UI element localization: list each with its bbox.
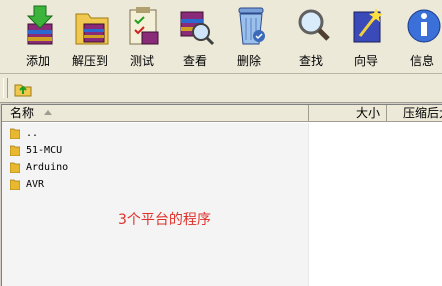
- file-name: AVR: [26, 179, 45, 190]
- list-item[interactable]: AVR: [10, 176, 300, 193]
- delete-label: 删除: [236, 54, 261, 68]
- delete-icon: [238, 7, 265, 45]
- folder-icon: [10, 145, 20, 156]
- add-label: 添加: [25, 54, 50, 68]
- file-name: ..: [26, 128, 39, 139]
- column-size-label: 大小: [355, 106, 380, 120]
- list-header: 名称 大小 压缩后大: [2, 105, 442, 122]
- extract-to-label: 解压到: [71, 54, 108, 68]
- column-packed-label: 压缩后大: [403, 106, 442, 120]
- file-list[interactable]: 名称 大小 压缩后大 .. 51-MCU Arduino: [1, 104, 442, 286]
- up-folder-button[interactable]: [12, 77, 34, 99]
- folder-icon: [10, 128, 20, 139]
- wizard-icon: [353, 8, 383, 43]
- test-label: 测试: [129, 54, 154, 68]
- find-button[interactable]: 查找: [285, 2, 337, 70]
- toolbar: 添加 解压到 测试 查看 删除 查找 向导 信息: [0, 0, 442, 74]
- column-divider: [308, 123, 309, 286]
- view-icon: [180, 11, 215, 46]
- list-item[interactable]: ..: [10, 125, 300, 142]
- sort-ascending-icon: [44, 110, 52, 115]
- find-icon: [298, 9, 330, 41]
- info-button[interactable]: 信息: [396, 2, 442, 70]
- extract-to-button[interactable]: 解压到: [64, 2, 116, 70]
- list-item[interactable]: 51-MCU: [10, 142, 300, 159]
- toolbar-grip[interactable]: [3, 78, 8, 98]
- wizard-button[interactable]: 向导: [340, 2, 392, 70]
- wizard-label: 向导: [353, 54, 378, 68]
- file-name: 51-MCU: [26, 145, 63, 156]
- add-icon: [26, 5, 54, 45]
- column-packed-header[interactable]: 压缩后大: [387, 105, 442, 121]
- column-name-header[interactable]: 名称: [2, 105, 309, 121]
- delete-button[interactable]: 删除: [223, 2, 275, 70]
- list-item[interactable]: Arduino: [10, 159, 300, 176]
- test-button[interactable]: 测试: [116, 2, 168, 70]
- file-rows: .. 51-MCU Arduino AVR 3个平台的程序: [2, 123, 308, 286]
- find-label: 查找: [298, 54, 323, 68]
- info-icon: [407, 9, 441, 43]
- view-button[interactable]: 查看: [169, 2, 221, 70]
- annotation-text: 3个平台的程序: [118, 212, 211, 228]
- view-label: 查看: [182, 54, 207, 68]
- folder-icon: [10, 162, 20, 173]
- info-label: 信息: [409, 54, 434, 68]
- folder-icon: [10, 179, 20, 190]
- test-icon: [129, 7, 159, 45]
- add-button[interactable]: 添加: [12, 2, 64, 70]
- file-name: Arduino: [26, 162, 69, 173]
- column-size-header[interactable]: 大小: [309, 105, 387, 121]
- address-bar: [0, 74, 442, 103]
- up-folder-icon: [14, 84, 32, 97]
- column-name-label: 名称: [10, 106, 35, 120]
- extract-icon: [75, 13, 109, 45]
